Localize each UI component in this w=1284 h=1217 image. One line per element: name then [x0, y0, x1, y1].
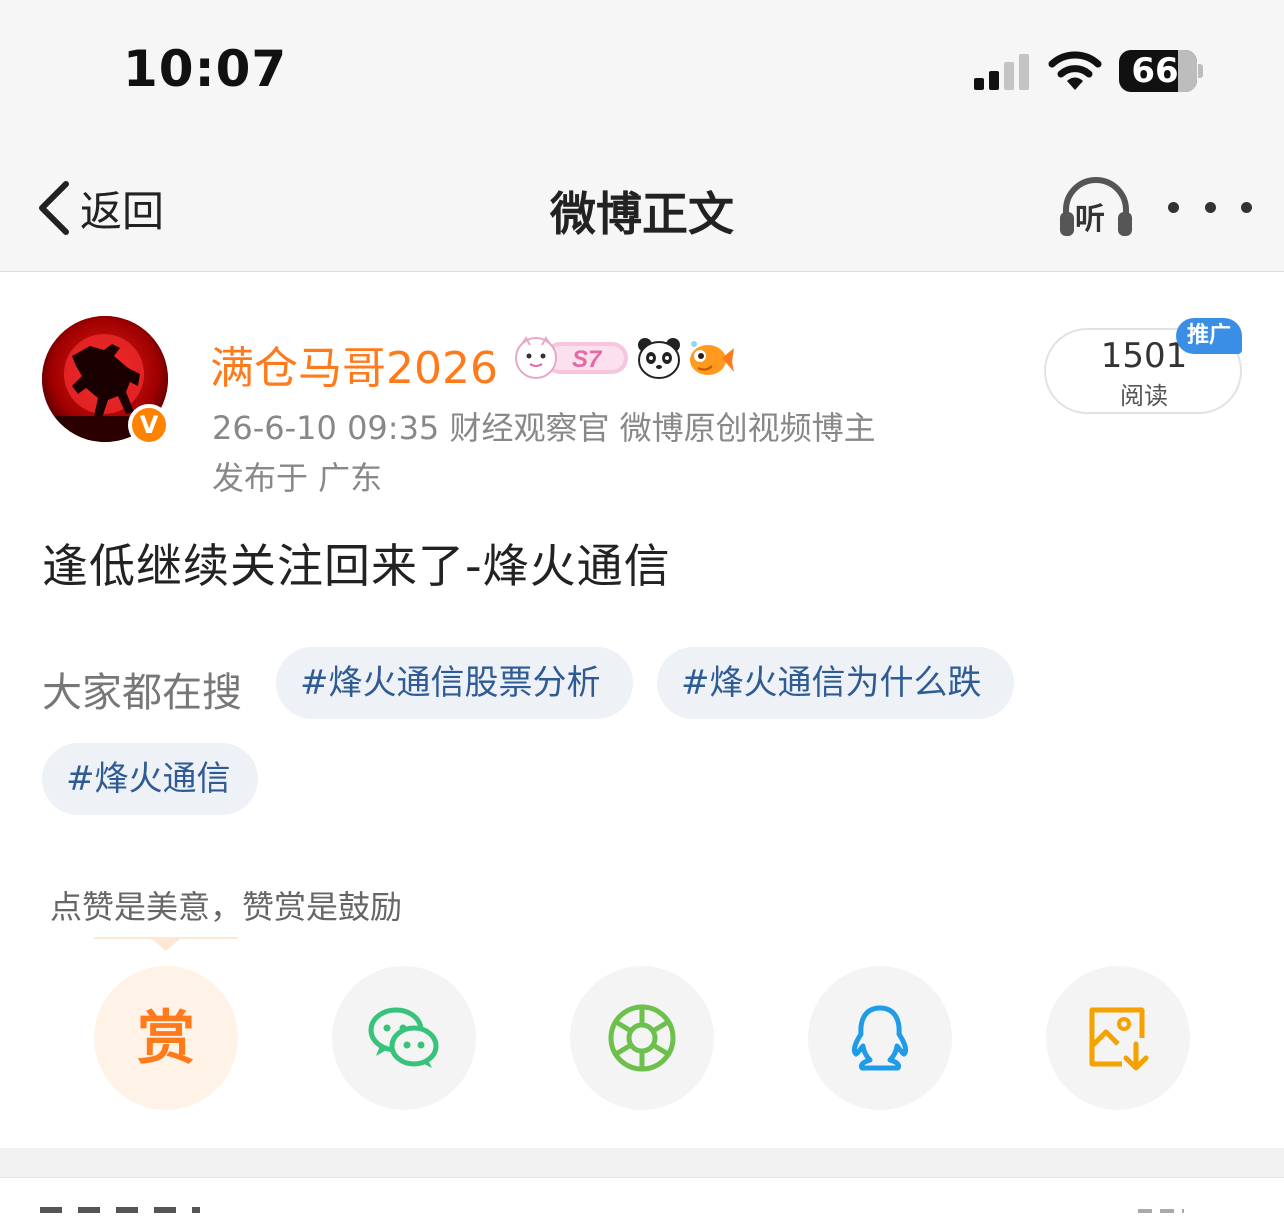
post-meta-location: 发布于 广东 [212, 459, 383, 497]
panda-badge [638, 338, 680, 379]
battery-level: 66 [1131, 51, 1179, 91]
reward-button[interactable]: 赏 [94, 966, 238, 1110]
status-time: 10:07 [123, 40, 288, 98]
share-qq-button[interactable] [808, 966, 952, 1110]
search-tag[interactable]: #烽火通信 [42, 743, 258, 815]
s7-member-badge: S7 [515, 336, 628, 379]
wifi-icon [1048, 51, 1102, 90]
signal-icon [974, 54, 1029, 90]
share-wechat-button[interactable] [332, 966, 476, 1110]
wechat-icon [368, 1007, 439, 1068]
cut-off-text-right [1138, 1209, 1184, 1213]
moments-icon [608, 1004, 676, 1072]
listen-button[interactable]: 听 [1056, 174, 1136, 240]
s7-label: S7 [572, 346, 603, 373]
section-divider [0, 1148, 1284, 1178]
save-image-icon [1089, 1007, 1149, 1071]
search-tag[interactable]: #烽火通信为什么跌 [657, 647, 1014, 719]
more-dots-icon[interactable] [1168, 192, 1252, 222]
save-image-button[interactable] [1046, 966, 1190, 1110]
trending-search-label: 大家都在搜 [42, 670, 242, 716]
share-moments-button[interactable] [570, 966, 714, 1110]
listen-label: 听 [1075, 202, 1105, 237]
next-section-header [0, 1179, 1284, 1217]
promote-badge[interactable]: 推广 [1176, 318, 1242, 354]
post-text: 逢低继续关注回来了-烽火通信 [42, 539, 671, 593]
reward-icon: 赏 [136, 1004, 195, 1072]
author-name[interactable]: 满仓马哥2026 [210, 332, 498, 396]
reward-tip-caret [152, 939, 180, 951]
post-meta-time-source: 26-6-10 09:35 财经观察官 微博原创视频博主 [212, 409, 876, 447]
cut-off-text-left [40, 1207, 200, 1213]
back-button[interactable]: 返回 [34, 176, 164, 240]
battery-icon: 66 [1119, 50, 1197, 92]
read-label: 阅读 [1120, 382, 1168, 410]
chevron-left-icon [39, 181, 69, 235]
back-label: 返回 [80, 186, 165, 236]
goldfish-badge [690, 341, 734, 375]
battery-cap [1198, 64, 1203, 78]
search-tag[interactable]: #烽火通信股票分析 [276, 647, 633, 719]
status-bar: 10:07 66 [0, 0, 1284, 140]
nav-bar: 返回 微博正文 听 [0, 140, 1284, 272]
verified-v-icon: V [128, 404, 170, 446]
reward-tip: 点赞是美意，赞赏是鼓励 [50, 888, 403, 926]
qq-icon [851, 1005, 909, 1071]
weibo-post-page: 10:07 66 返回 微博正文 听 V 满仓马哥2026 S7 26-6-10… [0, 0, 1284, 1217]
